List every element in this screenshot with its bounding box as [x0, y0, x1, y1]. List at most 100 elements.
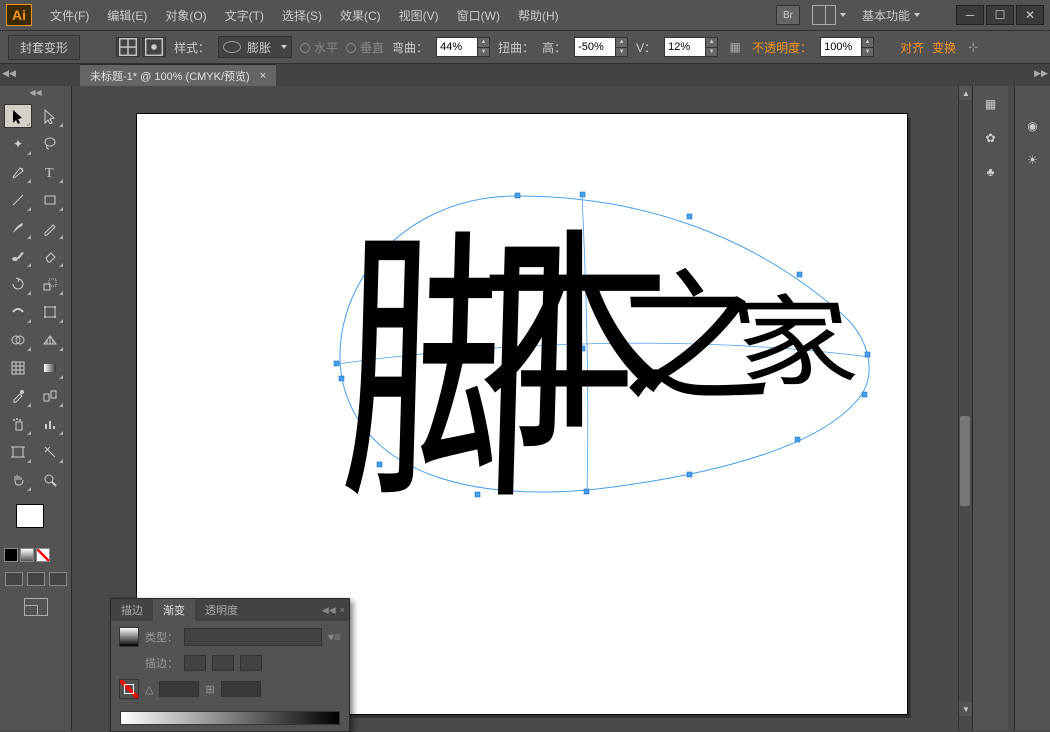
direct-selection-tool[interactable]	[36, 104, 64, 128]
minimize-button[interactable]: ─	[956, 5, 984, 25]
eraser-tool[interactable]	[36, 244, 64, 268]
close-button[interactable]: ✕	[1016, 5, 1044, 25]
line-tool[interactable]	[4, 188, 32, 212]
color-swatches[interactable]	[4, 504, 67, 538]
slice-tool[interactable]	[36, 440, 64, 464]
none-mode-icon[interactable]	[36, 548, 50, 562]
menu-help[interactable]: 帮助(H)	[510, 3, 567, 28]
menu-view[interactable]: 视图(V)	[391, 3, 447, 28]
stroke-grad-across-icon[interactable]	[240, 655, 262, 671]
menu-type[interactable]: 文字(T)	[217, 3, 272, 28]
scale-tool[interactable]	[36, 272, 64, 296]
horizontal-radio[interactable]: 水平	[300, 39, 338, 56]
zoom-tool[interactable]	[36, 468, 64, 492]
panel-symbols-icon[interactable]: ♣	[979, 160, 1003, 184]
panel-color-icon[interactable]: ◉	[1021, 114, 1045, 138]
edit-contents-button[interactable]	[142, 37, 166, 57]
vertical-radio[interactable]: 垂直	[346, 39, 384, 56]
blob-brush-tool[interactable]	[4, 244, 32, 268]
draw-behind-icon[interactable]	[27, 572, 45, 586]
distort-h-input[interactable]: -50%▲▼	[574, 37, 628, 57]
symbol-sprayer-tool[interactable]	[4, 412, 32, 436]
chevron-down-icon[interactable]	[840, 13, 846, 17]
artboard-tool[interactable]	[4, 440, 32, 464]
stroke-grad-along-icon[interactable]	[212, 655, 234, 671]
collapse-icon[interactable]: ◀◀	[322, 605, 336, 616]
envelope-options-icon[interactable]: ▦	[726, 38, 744, 56]
type-tool[interactable]: T	[36, 160, 64, 184]
paintbrush-tool[interactable]	[4, 216, 32, 240]
color-mode-icon[interactable]	[4, 548, 18, 562]
envelope-object[interactable]: 脚 本 之 家	[287, 184, 877, 504]
selection-tool[interactable]	[4, 104, 32, 128]
mesh-tool[interactable]	[4, 356, 32, 380]
hand-tool[interactable]	[4, 468, 32, 492]
main-menu: 文件(F) 编辑(E) 对象(O) 文字(T) 选择(S) 效果(C) 视图(V…	[42, 3, 567, 28]
rotate-tool[interactable]	[4, 272, 32, 296]
eyedropper-tool[interactable]	[4, 384, 32, 408]
panel-menu-icon[interactable]: ▾≡	[328, 630, 341, 644]
stroke-grad-within-icon[interactable]	[184, 655, 206, 671]
menu-select[interactable]: 选择(S)	[274, 3, 330, 28]
panel-swatches-icon[interactable]: ☀	[1021, 148, 1045, 172]
menu-window[interactable]: 窗口(W)	[449, 3, 508, 28]
panel-close-icon[interactable]: ×	[340, 605, 345, 615]
tab-stroke[interactable]: 描边	[111, 599, 153, 621]
width-tool[interactable]	[4, 300, 32, 324]
panel-grid-icon[interactable]: ▦	[979, 92, 1003, 116]
opacity-label[interactable]: 不透明度：	[752, 39, 812, 56]
column-graph-tool[interactable]	[36, 412, 64, 436]
gradient-panel[interactable]: 描边 渐变 透明度 ◀◀× 类型： ▾≡ 描边： △ ⊞	[110, 598, 350, 732]
tab-transparency[interactable]: 透明度	[195, 599, 248, 621]
pen-tool[interactable]	[4, 160, 32, 184]
menu-edit[interactable]: 编辑(E)	[99, 3, 155, 28]
magic-wand-tool[interactable]: ✦	[4, 132, 32, 156]
gradient-slider[interactable]	[120, 711, 340, 725]
isolate-icon[interactable]: ⊹	[964, 38, 982, 56]
tab-close-icon[interactable]: ×	[260, 70, 266, 82]
draw-normal-icon[interactable]	[5, 572, 23, 586]
menu-file[interactable]: 文件(F)	[42, 3, 97, 28]
bridge-icon[interactable]: Br	[776, 5, 800, 25]
style-dropdown[interactable]: 膨胀	[218, 36, 292, 58]
panel-brushes-icon[interactable]: ✿	[979, 126, 1003, 150]
distort-v-input[interactable]: 12%▲▼	[664, 37, 718, 57]
gradient-preview[interactable]	[119, 627, 139, 647]
tab-gradient[interactable]: 渐变	[153, 599, 195, 621]
maximize-button[interactable]: ☐	[986, 5, 1014, 25]
menu-effect[interactable]: 效果(C)	[332, 3, 389, 28]
stroke-preview[interactable]	[119, 679, 139, 699]
scroll-down-icon[interactable]: ▼	[959, 702, 972, 716]
expand-right-chevron-icon[interactable]: ▶▶	[1034, 66, 1048, 80]
vertical-scrollbar[interactable]: ▲ ▼	[958, 86, 972, 730]
gradient-mode-icon[interactable]	[20, 548, 34, 562]
rectangle-tool[interactable]	[36, 188, 64, 212]
angle-input[interactable]	[159, 681, 199, 697]
draw-inside-icon[interactable]	[49, 572, 67, 586]
transform-link[interactable]: 变换	[932, 39, 956, 56]
expand-left-chevron-icon[interactable]: ◀◀	[2, 66, 16, 80]
shape-builder-tool[interactable]	[4, 328, 32, 352]
collapse-chevron-icon[interactable]: ◀◀	[29, 88, 41, 97]
lasso-tool[interactable]	[36, 132, 64, 156]
free-transform-tool[interactable]	[36, 300, 64, 324]
scrollbar-thumb[interactable]	[960, 416, 970, 506]
fill-swatch[interactable]	[16, 504, 44, 528]
gradient-type-dropdown[interactable]	[184, 628, 322, 646]
workspace-dropdown[interactable]: 基本功能	[858, 5, 924, 26]
blend-tool[interactable]	[36, 384, 64, 408]
bend-input[interactable]: 44%▲▼	[436, 37, 490, 57]
menu-object[interactable]: 对象(O)	[157, 3, 214, 28]
aspect-input[interactable]	[221, 681, 261, 697]
align-link[interactable]: 对齐	[900, 39, 924, 56]
scroll-up-icon[interactable]: ▲	[959, 86, 972, 100]
layout-arrange-icon[interactable]	[812, 5, 836, 25]
document-tab[interactable]: 未标题-1* @ 100% (CMYK/预览) ×	[80, 64, 276, 86]
edit-envelope-button[interactable]	[116, 37, 140, 57]
swatch-mode-row	[4, 548, 67, 562]
pencil-tool[interactable]	[36, 216, 64, 240]
screen-mode-icon[interactable]	[24, 598, 48, 616]
opacity-input[interactable]: 100%▲▼	[820, 37, 874, 57]
gradient-tool[interactable]	[36, 356, 64, 380]
perspective-grid-tool[interactable]	[36, 328, 64, 352]
